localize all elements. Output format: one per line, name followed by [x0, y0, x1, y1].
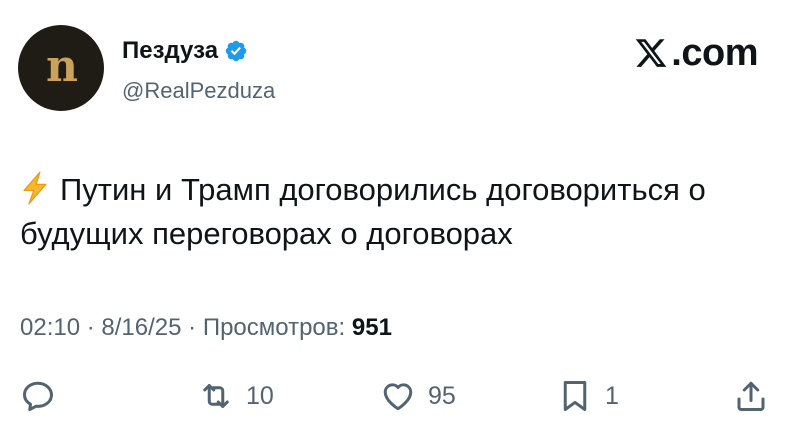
share-button[interactable] — [733, 378, 769, 414]
like-button[interactable]: 95 — [380, 378, 456, 414]
handle[interactable]: @RealPezduza — [122, 78, 275, 104]
retweet-icon — [203, 384, 229, 408]
tweet-meta: 02:10 · 8/16/25 · Просмотров: 951 — [20, 314, 392, 342]
display-name[interactable]: Пездуза — [122, 37, 218, 65]
bookmark-icon — [563, 381, 587, 411]
tweet-body: Путин и Трамп договорились договориться … — [20, 172, 706, 251]
like-count: 95 — [428, 381, 456, 410]
avatar[interactable]: n — [18, 25, 104, 111]
lightning-bolt-icon — [23, 171, 47, 205]
action-bar: 10 95 1 — [0, 378, 800, 418]
name-row: Пездуза — [122, 37, 248, 65]
retweet-button[interactable]: 10 — [198, 378, 274, 414]
bookmark-count: 1 — [605, 381, 619, 410]
views-count: 951 — [351, 314, 392, 341]
tweet-time[interactable]: 02:10 — [20, 314, 80, 341]
reply-button[interactable] — [20, 378, 56, 414]
meta-separator: · — [188, 314, 203, 341]
brand-text: .com — [671, 32, 758, 74]
x-logo-icon — [636, 39, 667, 67]
tweet-text: Путин и Трамп договорились договориться … — [20, 168, 790, 256]
share-icon — [737, 381, 765, 411]
views-label: Просмотров: — [202, 314, 346, 341]
avatar-glyph: n — [46, 41, 78, 92]
retweet-count: 10 — [246, 381, 274, 410]
reply-icon — [23, 381, 53, 411]
meta-separator: · — [86, 314, 102, 341]
bookmark-button[interactable]: 1 — [557, 378, 619, 414]
brand: .com — [633, 34, 758, 72]
tweet-date[interactable]: 8/16/25 — [101, 314, 181, 341]
verified-badge-icon — [225, 40, 247, 62]
heart-icon — [383, 383, 413, 411]
